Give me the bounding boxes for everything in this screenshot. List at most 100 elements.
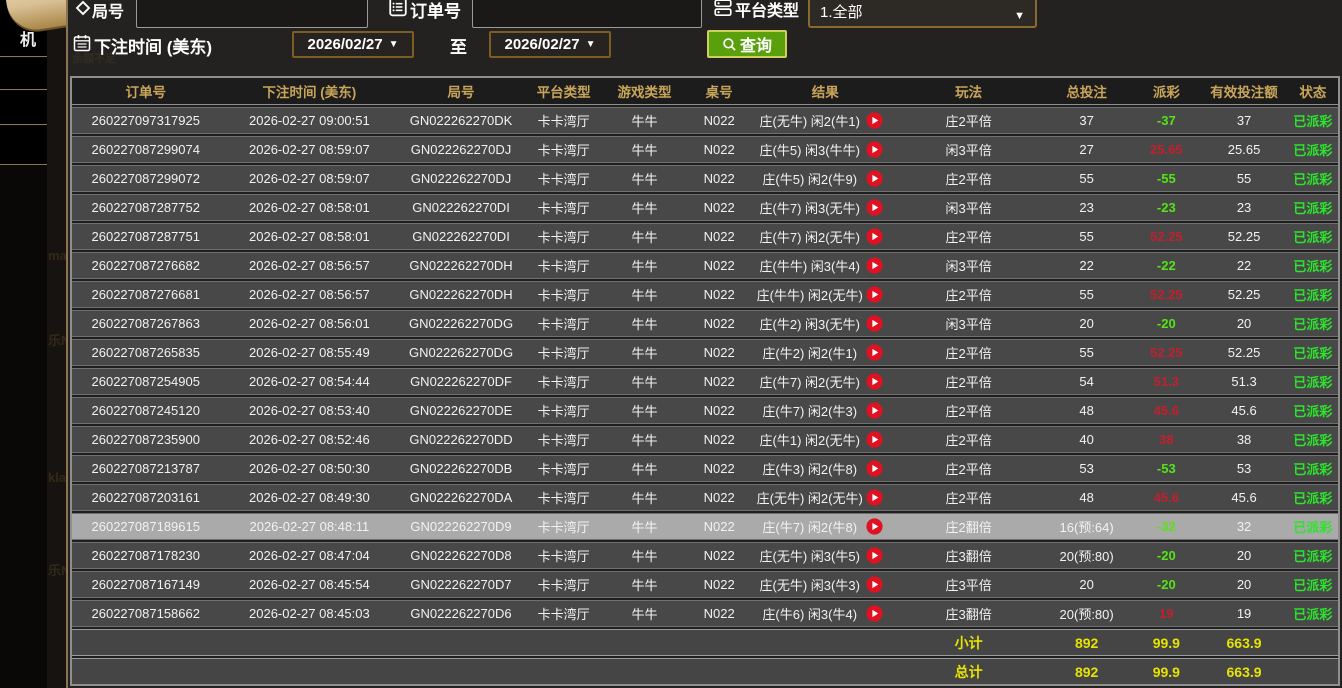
table-row[interactable]: 260227087299072 2026-02-27 08:59:07 GN02… [72,165,1338,192]
cell-total: 27 [1041,137,1133,162]
table-row[interactable]: 260227087287751 2026-02-27 08:58:01 GN02… [72,223,1338,250]
table-row[interactable]: 260227087189615 2026-02-27 08:48:11 GN02… [72,513,1338,540]
cell-table-no: N022 [684,369,754,394]
background-sidebar: 机 [0,0,47,688]
replay-play-icon[interactable] [866,257,883,274]
cell-platform: 卡卡湾厅 [523,195,605,220]
cell-platform: 卡卡湾厅 [523,224,605,249]
cell-table-no: N022 [684,398,754,423]
cell-round: GN022262270DI [399,224,523,249]
cell-round: GN022262270DH [399,253,523,278]
replay-play-icon[interactable] [866,431,883,448]
cell-time: 2026-02-27 08:49:30 [219,485,399,510]
date-to-value: 2026/02/27 [505,36,580,53]
replay-play-icon[interactable] [866,170,883,187]
table-row[interactable]: 260227087213787 2026-02-27 08:50:30 GN02… [72,455,1338,482]
replay-play-icon[interactable] [866,373,883,390]
col-header-platform: 平台类型 [523,78,605,104]
replay-play-icon[interactable] [866,460,883,477]
cell-table-no: N022 [684,572,754,597]
cell-payout: 52.25 [1132,340,1200,365]
cell-round: GN022262270DJ [399,137,523,162]
cell-order: 260227087276682 [72,253,219,278]
cell-result: 庄(无牛) 闲2(无牛) [754,488,866,507]
table-row[interactable]: 260227087287752 2026-02-27 08:58:01 GN02… [72,194,1338,221]
table-row[interactable]: 260227087158662 2026-02-27 08:45:03 GN02… [72,600,1338,627]
cell-total: 20(预:80) [1041,543,1133,568]
cell-table-no: N022 [684,195,754,220]
replay-play-icon[interactable] [866,576,883,593]
cell-game: 牛牛 [605,108,685,133]
cell-wanfa: 闲3平倍 [897,195,1041,220]
round-number-label: 局号 [92,0,124,22]
cell-payout: 45.6 [1132,398,1200,423]
date-from-select[interactable]: 2026/02/27 ▼ [292,31,414,58]
replay-play-icon[interactable] [866,518,883,535]
cell-wanfa: 庄2平倍 [897,369,1041,394]
cell-time: 2026-02-27 09:00:51 [219,108,399,133]
table-row[interactable]: 260227087265835 2026-02-27 08:55:49 GN02… [72,339,1338,366]
cell-payout: -20 [1132,572,1200,597]
query-button[interactable]: 查询 [707,30,787,58]
table-row[interactable]: 260227087203161 2026-02-27 08:49:30 GN02… [72,484,1338,511]
round-number-input[interactable] [136,0,368,28]
cell-time: 2026-02-27 08:52:46 [219,427,399,452]
cell-payout: -53 [1132,456,1200,481]
cell-total: 23 [1041,195,1133,220]
cell-order: 260227087203161 [72,485,219,510]
cell-order: 260227087158662 [72,601,219,626]
cell-result: 庄(无牛) 闲2(牛1) [754,111,866,130]
table-row[interactable]: 260227087254905 2026-02-27 08:54:44 GN02… [72,368,1338,395]
cell-wanfa: 庄2平倍 [897,398,1041,423]
cell-platform: 卡卡湾厅 [523,543,605,568]
cell-platform: 卡卡湾厅 [523,514,605,539]
replay-play-icon[interactable] [866,286,883,303]
table-body: 260227097317925 2026-02-27 09:00:51 GN02… [72,107,1338,627]
platform-server-icon [713,0,733,18]
replay-play-icon[interactable] [866,112,883,129]
cell-payout: 38 [1132,427,1200,452]
cell-order: 260227087213787 [72,456,219,481]
platform-type-select[interactable]: 1.全部 ▼ [808,0,1037,28]
cell-result: 庄(牛7) 闲3(无牛) [754,198,866,217]
cell-valid: 37 [1200,108,1288,133]
replay-play-icon[interactable] [866,199,883,216]
cell-payout: 52.25 [1132,282,1200,307]
cell-round: GN022262270DI [399,195,523,220]
cell-table-no: N022 [684,340,754,365]
cell-round: GN022262270DB [399,456,523,481]
table-row[interactable]: 260227087299074 2026-02-27 08:59:07 GN02… [72,136,1338,163]
cell-valid: 20 [1200,311,1288,336]
table-row[interactable]: 260227087267863 2026-02-27 08:56:01 GN02… [72,310,1338,337]
replay-play-icon[interactable] [866,547,883,564]
order-number-input[interactable] [472,0,702,28]
replay-play-icon[interactable] [866,141,883,158]
cell-valid: 45.6 [1200,485,1288,510]
cell-order: 260227097317925 [72,108,219,133]
cell-payout: -22 [1132,253,1200,278]
cell-status: 已派彩 [1288,456,1338,481]
cell-status: 已派彩 [1288,485,1338,510]
table-row[interactable]: 260227087276682 2026-02-27 08:56:57 GN02… [72,252,1338,279]
cell-game: 牛牛 [605,311,685,336]
bet-history-panel: 余额不足 局号 订单号 平台类型 1.全部 ▼ [66,0,1342,688]
replay-play-icon[interactable] [866,315,883,332]
date-to-select[interactable]: 2026/02/27 ▼ [489,31,611,58]
table-row[interactable]: 260227087167149 2026-02-27 08:45:54 GN02… [72,571,1338,598]
table-row[interactable]: 260227087235900 2026-02-27 08:52:46 GN02… [72,426,1338,453]
table-row[interactable]: 260227087276681 2026-02-27 08:56:57 GN02… [72,281,1338,308]
cell-wanfa: 庄2翻倍 [897,514,1041,539]
replay-play-icon[interactable] [866,228,883,245]
replay-play-icon[interactable] [866,489,883,506]
table-row[interactable]: 260227097317925 2026-02-27 09:00:51 GN02… [72,107,1338,134]
replay-play-icon[interactable] [866,605,883,622]
replay-play-icon[interactable] [866,344,883,361]
cell-time: 2026-02-27 08:59:07 [219,137,399,162]
cell-result: 庄(牛7) 闲2(无牛) [754,372,866,391]
cell-wanfa: 庄3平倍 [897,572,1041,597]
table-row[interactable]: 260227087245120 2026-02-27 08:53:40 GN02… [72,397,1338,424]
cell-valid: 32 [1200,514,1288,539]
replay-play-icon[interactable] [866,402,883,419]
table-row[interactable]: 260227087178230 2026-02-27 08:47:04 GN02… [72,542,1338,569]
cell-wanfa: 闲3平倍 [897,253,1041,278]
